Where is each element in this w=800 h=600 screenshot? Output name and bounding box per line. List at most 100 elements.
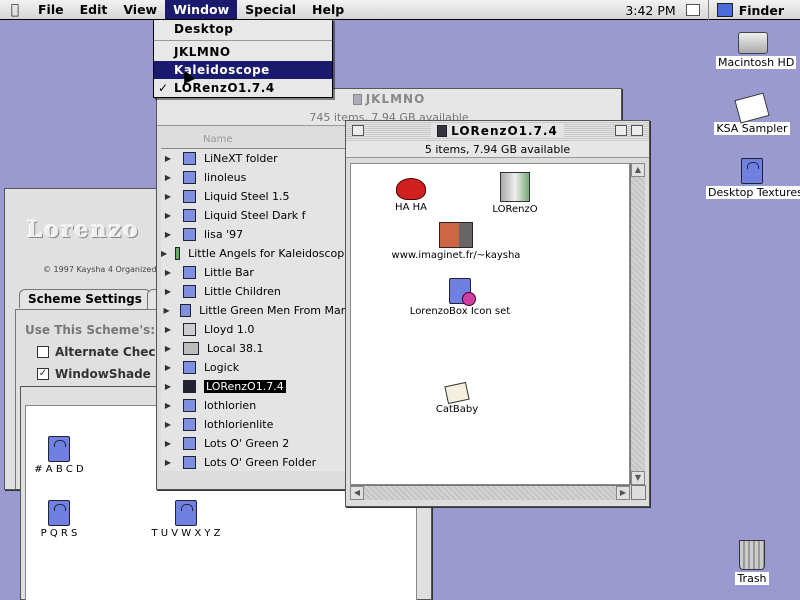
folder-icon — [437, 125, 448, 137]
desktop-icon-label: KSA Sampler — [714, 122, 790, 135]
disclosure-triangle-icon[interactable]: ▶ — [161, 401, 175, 410]
disclosure-triangle-icon[interactable]: ▶ — [161, 268, 175, 277]
control-strip-icon[interactable] — [685, 4, 700, 16]
horizontal-scrollbar[interactable]: ◀ ▶ — [350, 485, 630, 500]
disclosure-triangle-icon[interactable]: ▶ — [161, 192, 175, 201]
checkbox[interactable] — [37, 346, 49, 358]
list-item[interactable]: ▶ Little Bar — [161, 263, 351, 282]
windowshade-box-icon[interactable] — [631, 125, 643, 136]
option-label: WindowShade So — [55, 367, 172, 381]
icon-abcd[interactable]: # A B C D — [34, 436, 84, 475]
scroll-down-icon[interactable]: ▼ — [631, 471, 645, 485]
window-menu-item-desktop[interactable]: Desktop — [154, 20, 332, 38]
option-windowshade-sound[interactable]: ✓ WindowShade So — [37, 367, 172, 381]
resize-grip-icon[interactable] — [631, 485, 646, 500]
checkbox[interactable]: ✓ — [37, 368, 49, 380]
desktop-icon-desktop-textures[interactable]: Desktop Textures — [706, 158, 800, 199]
list-item[interactable]: ▶ lisa '97 — [161, 225, 351, 244]
list-item-selected[interactable]: ▶ LORenzO1.7.4 — [161, 377, 351, 396]
icon-label: LorenzoBox Icon set — [409, 306, 511, 317]
desktop-icon-ksa-sampler[interactable]: KSA Sampler — [712, 92, 792, 135]
list-item[interactable]: ▶ Liquid Steel 1.5 — [161, 187, 351, 206]
trash-icon — [739, 540, 765, 570]
icon-pqrs[interactable]: P Q R S — [34, 500, 84, 539]
window-title-bar[interactable]: LORenzO1.7.4 — [346, 121, 649, 141]
list-item[interactable]: ▶ Little Green Men From Mars — [161, 301, 351, 320]
item-name: LiNeXT folder — [204, 152, 278, 165]
menu-clock[interactable]: 3:42 PM — [625, 3, 685, 18]
disclosure-triangle-icon[interactable]: ▶ — [161, 154, 175, 163]
list-item[interactable]: ▶ linoleus — [161, 168, 351, 187]
desktop-icon-macintosh-hd[interactable]: Macintosh HD — [716, 32, 797, 69]
vertical-scrollbar[interactable]: ▲ ▼ — [630, 163, 645, 485]
menu-edit[interactable]: Edit — [72, 0, 116, 20]
zoom-box-icon[interactable] — [615, 125, 627, 136]
menu-file[interactable]: File — [30, 0, 72, 20]
icon-tuvwxyz[interactable]: T U V W X Y Z — [148, 500, 224, 539]
disclosure-triangle-icon[interactable]: ▶ — [161, 363, 175, 372]
item-name: Little Green Men From Mars — [199, 304, 351, 317]
item-name: Liquid Steel 1.5 — [204, 190, 290, 203]
disclosure-triangle-icon[interactable]: ▶ — [161, 211, 175, 220]
scroll-left-icon[interactable]: ◀ — [350, 486, 364, 500]
menu-view[interactable]: View — [115, 0, 165, 20]
disclosure-triangle-icon[interactable]: ▶ — [161, 249, 167, 258]
list-item[interactable]: ▶ Lloyd 1.0 — [161, 320, 351, 339]
scroll-up-icon[interactable]: ▲ — [631, 163, 645, 177]
desktop-icon-label: Macintosh HD — [716, 56, 797, 69]
column-header-name[interactable]: Name — [161, 131, 349, 149]
disclosure-triangle-icon[interactable]: ▶ — [161, 287, 175, 296]
disclosure-triangle-icon[interactable]: ▶ — [161, 344, 175, 353]
crab-icon — [396, 178, 426, 200]
list-item[interactable]: ▶ Local 38.1 — [161, 339, 351, 358]
option-alternate-checkbox[interactable]: Alternate Checkb — [37, 345, 172, 359]
document-icon — [183, 437, 196, 450]
list-item[interactable]: ▶ LiNeXT folder — [161, 149, 351, 168]
copyright-text: © 1997 Kaysha 4 Organized Ba — [43, 265, 170, 274]
item-name: lisa '97 — [204, 228, 244, 241]
document-icon — [183, 209, 196, 222]
window-title: JKLMNO — [365, 92, 426, 106]
disclosure-triangle-icon[interactable]: ▶ — [161, 439, 175, 448]
disclosure-triangle-icon[interactable]: ▶ — [161, 230, 175, 239]
list-item[interactable]: ▶ lothlorienlite — [161, 415, 351, 434]
icon-imaginet-link[interactable]: www.imaginet.fr/~kaysha — [391, 222, 521, 261]
scroll-right-icon[interactable]: ▶ — [616, 486, 630, 500]
list-item[interactable]: ▶ lothlorien — [161, 396, 351, 415]
close-box-icon[interactable] — [352, 125, 364, 136]
disclosure-triangle-icon[interactable]: ▶ — [161, 382, 175, 391]
application-menu[interactable]: Finder — [709, 3, 800, 18]
document-icon — [183, 456, 196, 469]
apple-menu-icon[interactable]:  — [0, 2, 30, 18]
list-item[interactable]: ▶ Lots O' Green 2 — [161, 434, 351, 453]
tab-scheme-settings[interactable]: Scheme Settings — [19, 289, 151, 308]
disclosure-triangle-icon[interactable]: ▶ — [161, 306, 172, 315]
menu-help[interactable]: Help — [304, 0, 352, 20]
document-icon — [183, 285, 196, 298]
list-item[interactable]: ▶ Logick — [161, 358, 351, 377]
disclosure-triangle-icon[interactable]: ▶ — [161, 325, 175, 334]
list-item[interactable]: ▶ Liquid Steel Dark f — [161, 206, 351, 225]
icon-ha-ha[interactable]: HA HA — [381, 178, 441, 213]
lorenzo-folder-window[interactable]: LORenzO1.7.4 5 items, 7.94 GB available … — [345, 120, 650, 507]
icon-lorenzo-app[interactable]: LORenzO — [485, 172, 545, 215]
icon-catbaby[interactable]: CatBaby — [427, 381, 487, 415]
disclosure-triangle-icon[interactable]: ▶ — [161, 420, 175, 429]
list-item[interactable]: ▶ Little Children — [161, 282, 351, 301]
window-menu-item-lorenzo[interactable]: ✓ LORenzO1.7.4 — [154, 79, 332, 97]
menu-special[interactable]: Special — [237, 0, 304, 20]
icon-lorenzobox-icon-set[interactable]: LorenzoBox Icon set — [405, 278, 515, 317]
disclosure-triangle-icon[interactable]: ▶ — [161, 173, 175, 182]
document-icon — [183, 361, 196, 374]
list-item[interactable]: ▶ Lots O' Green Folder — [161, 453, 351, 472]
list-content: ▶ LiNeXT folder ▶ linoleus ▶ Liquid Steel 1… — [161, 149, 351, 471]
menu-window[interactable]: Window — [165, 0, 238, 20]
desktop-icon-trash[interactable]: Trash — [730, 540, 774, 585]
document-pencil-icon — [734, 92, 770, 124]
icon-label: HA HA — [395, 202, 427, 213]
icon-label: www.imaginet.fr/~kaysha — [391, 250, 521, 261]
list-item[interactable]: ▶ Little Angels for Kaleidoscope — [161, 244, 351, 263]
window-menu-item-jklmno[interactable]: JKLMNO — [154, 43, 332, 61]
disclosure-triangle-icon[interactable]: ▶ — [161, 458, 175, 467]
lorenzo-logo: Lorenzo — [27, 217, 140, 243]
